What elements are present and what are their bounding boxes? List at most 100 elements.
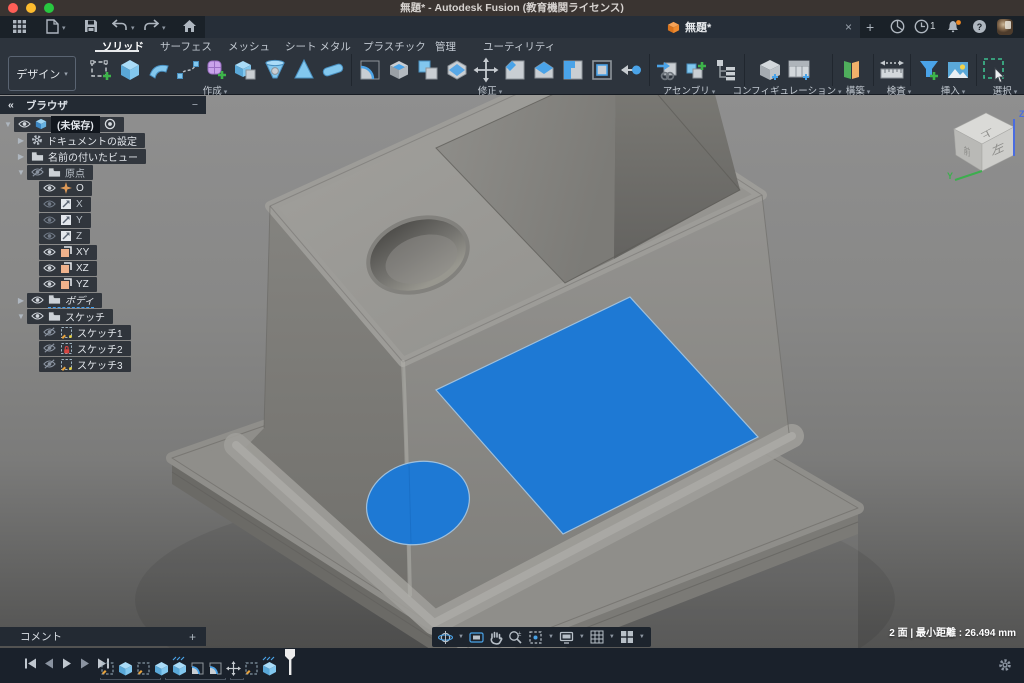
browser-minimize-icon[interactable]: − — [192, 99, 198, 111]
orbit-icon[interactable] — [438, 630, 453, 645]
tree-row-origin-o[interactable]: O — [2, 180, 206, 196]
display-settings-icon[interactable] — [559, 631, 574, 644]
help-icon[interactable]: ? — [972, 19, 987, 34]
close-tab-icon[interactable]: × — [845, 16, 852, 38]
undo-caret[interactable]: ▾ — [131, 24, 135, 32]
measure-icon[interactable] — [879, 57, 905, 83]
select-icon[interactable] — [982, 57, 1008, 83]
timeline-extrude-modified-icon[interactable] — [172, 656, 187, 676]
timeline-extrude-icon[interactable] — [154, 661, 169, 676]
create-form-icon[interactable] — [204, 57, 230, 83]
viewports-caret[interactable]: ▼ — [639, 634, 645, 640]
loft-icon[interactable] — [262, 57, 288, 83]
sweep-icon[interactable] — [146, 57, 172, 83]
chevron-right-icon[interactable]: ▶ — [15, 136, 27, 145]
new-tab-button[interactable]: + — [866, 16, 874, 38]
timeline-sketch-icon[interactable] — [136, 661, 151, 676]
eye-off-icon[interactable] — [43, 359, 56, 369]
chamfer-icon[interactable] — [502, 57, 528, 83]
pan-icon[interactable] — [489, 630, 503, 645]
eye-icon[interactable] — [43, 247, 56, 257]
extrude-icon[interactable] — [117, 57, 143, 83]
tree-row-plane-xy[interactable]: XY — [2, 244, 206, 260]
timeline-fillet-icon[interactable] — [208, 661, 223, 676]
pipe-icon[interactable] — [320, 57, 346, 83]
eye-icon[interactable] — [43, 183, 56, 193]
pattern-icon[interactable] — [589, 57, 615, 83]
comments-panel[interactable]: コメント + — [0, 627, 206, 646]
tree-row-origin[interactable]: ▼ 原点 — [2, 164, 206, 180]
display-settings-caret[interactable]: ▼ — [579, 634, 585, 640]
activate-component-radio[interactable] — [104, 118, 116, 130]
eye-dim-icon[interactable] — [43, 231, 56, 241]
play-button[interactable] — [61, 657, 73, 670]
redo-icon[interactable] — [143, 19, 159, 32]
spline-path-icon[interactable] — [175, 57, 201, 83]
chevron-down-icon[interactable]: ▼ — [15, 312, 27, 321]
replace-face-icon[interactable] — [560, 57, 586, 83]
eye-off-icon[interactable] — [31, 167, 44, 177]
tree-row-named-views[interactable]: ▶ 名前の付いたビュー — [2, 148, 206, 164]
chevron-down-icon[interactable]: ▼ — [2, 120, 14, 129]
look-at-icon[interactable] — [469, 631, 484, 644]
tree-row-document[interactable]: ▼ (未保存) — [2, 116, 206, 132]
browser-header[interactable]: « ブラウザ − — [0, 96, 206, 114]
redo-caret[interactable]: ▾ — [162, 24, 166, 32]
grid-caret[interactable]: ▼ — [609, 634, 615, 640]
step-forward-button[interactable] — [79, 657, 91, 670]
browser-collapse-icon[interactable]: « — [8, 99, 14, 111]
combine-icon[interactable] — [415, 57, 441, 83]
split-body-icon[interactable] — [444, 57, 470, 83]
fit-icon[interactable] — [528, 630, 543, 645]
chevron-right-icon[interactable]: ▶ — [15, 296, 27, 305]
notifications-bell-icon[interactable] — [946, 19, 962, 34]
file-menu-icon[interactable] — [46, 19, 59, 34]
zoom-icon[interactable]: ± — [508, 630, 523, 645]
timeline-sketch-icon[interactable] — [244, 661, 259, 676]
design-workspace-dropdown[interactable]: デザイン — [8, 56, 76, 91]
tree-row-sketches[interactable]: ▼ スケッチ — [2, 308, 206, 324]
document-tab[interactable]: 無題* × — [205, 16, 860, 38]
app-grid-menu-icon[interactable] — [12, 19, 27, 34]
eye-dim-icon[interactable] — [43, 215, 56, 225]
tree-row-sketch3[interactable]: スケッチ3 — [2, 356, 206, 372]
timeline-sketch-icon[interactable] — [100, 661, 115, 676]
tree-row-axis-x[interactable]: X — [2, 196, 206, 212]
insert-mesh-icon[interactable] — [916, 57, 942, 83]
eye-icon[interactable] — [31, 295, 44, 305]
eye-off-icon[interactable] — [43, 327, 56, 337]
new-component-icon[interactable] — [684, 57, 710, 83]
eye-off-icon[interactable] — [43, 343, 56, 353]
grid-icon[interactable] — [590, 630, 604, 644]
tree-row-document-settings[interactable]: ▶ ドキュメントの設定 — [2, 132, 206, 148]
revert-icon[interactable] — [618, 57, 644, 83]
orbit-caret[interactable]: ▼ — [458, 634, 464, 640]
go-to-start-button[interactable] — [24, 657, 37, 670]
job-status-icon[interactable] — [914, 19, 929, 34]
fit-caret[interactable]: ▼ — [548, 634, 554, 640]
chevron-right-icon[interactable]: ▶ — [15, 152, 27, 161]
timeline-settings-gear-icon[interactable] — [998, 658, 1012, 672]
shell-icon[interactable] — [386, 57, 412, 83]
tree-row-plane-yz[interactable]: YZ — [2, 276, 206, 292]
eye-icon[interactable] — [31, 311, 44, 321]
tree-row-axis-y[interactable]: Y — [2, 212, 206, 228]
eye-dim-icon[interactable] — [43, 199, 56, 209]
home-icon[interactable] — [182, 19, 197, 33]
fillet-icon[interactable] — [357, 57, 383, 83]
eye-icon[interactable] — [18, 119, 31, 129]
tree-row-bodies[interactable]: ▶ ボディ — [2, 292, 206, 308]
timeline-extrude-icon[interactable] — [118, 661, 133, 676]
construct-plane-icon[interactable] — [838, 57, 864, 83]
viewcube[interactable]: 上 左 前 Z Y — [946, 103, 1024, 183]
eye-icon[interactable] — [43, 279, 56, 289]
create-sketch-icon[interactable] — [88, 57, 114, 83]
insert-derive-icon[interactable] — [655, 57, 681, 83]
move-icon[interactable] — [473, 57, 499, 83]
file-menu-caret[interactable]: ▾ — [62, 24, 66, 32]
chevron-down-icon[interactable]: ▼ — [15, 168, 27, 177]
timeline-fillet-icon[interactable] — [190, 661, 205, 676]
canvas-image-icon[interactable] — [945, 57, 971, 83]
configuration-icon[interactable] — [758, 57, 784, 83]
timeline-move-icon[interactable] — [226, 661, 241, 676]
